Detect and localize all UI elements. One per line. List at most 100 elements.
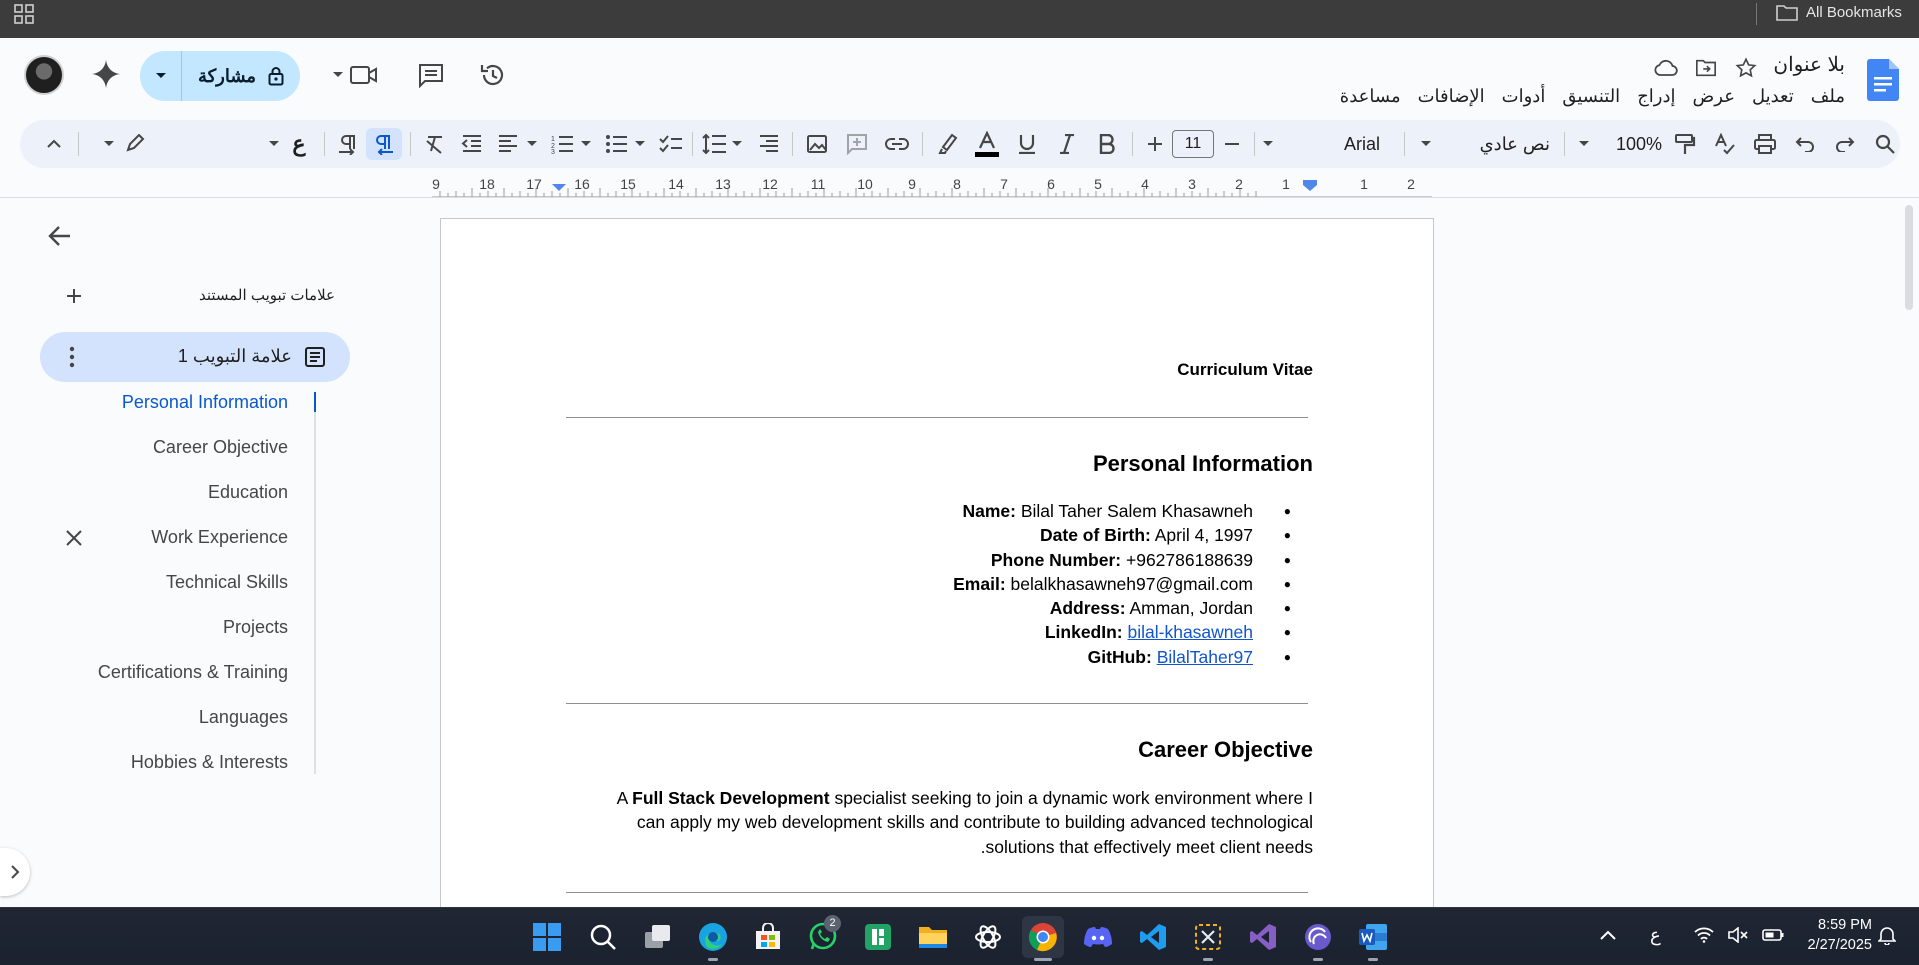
clock[interactable]: 8:59 PM 2/27/2025	[1790, 915, 1872, 955]
start-button[interactable]	[526, 916, 568, 958]
word-icon[interactable]	[1352, 916, 1394, 961]
bulleted-list-button[interactable]	[604, 128, 650, 160]
font-size-input[interactable]: 11	[1172, 130, 1214, 158]
ruler-right-indent-marker[interactable]	[1303, 180, 1317, 191]
apps-grid-icon[interactable]	[14, 4, 34, 24]
menu-tools[interactable]: أدوات	[1502, 86, 1546, 107]
zoom-select[interactable]: 100%	[1572, 128, 1662, 160]
outline-item-work-experience[interactable]: Work Experience	[151, 527, 288, 548]
menu-file[interactable]: ملف	[1811, 86, 1845, 107]
font-family-select[interactable]: Arial	[1262, 128, 1398, 160]
menu-view[interactable]: عرض	[1693, 86, 1735, 107]
app-icon-purple[interactable]	[1297, 916, 1339, 961]
italic-icon[interactable]	[1052, 128, 1082, 160]
github-link[interactable]: BilalTaher97	[1157, 647, 1253, 667]
ruler-indent-marker[interactable]	[552, 184, 566, 191]
horizontal-ruler[interactable]: 9 18 17 16 15 14 13 12 11 10 9 8 7 6 5 4…	[432, 176, 1432, 198]
decrease-font-size-icon[interactable]	[1218, 128, 1246, 160]
outline-item-personal-information[interactable]: Personal Information	[122, 392, 288, 413]
numbered-list-button[interactable]: 123	[550, 128, 596, 160]
outline-item-career-objective[interactable]: Career Objective	[153, 437, 288, 458]
share-button[interactable]: مشاركة	[140, 51, 300, 101]
remove-from-outline-icon[interactable]	[64, 528, 84, 548]
edge-icon[interactable]	[692, 916, 734, 961]
docs-logo-icon[interactable]	[1867, 59, 1899, 101]
editing-mode-button[interactable]	[104, 128, 148, 160]
text-color-icon[interactable]	[972, 128, 1002, 160]
share-dropdown-icon[interactable]	[140, 51, 182, 101]
chatgpt-icon[interactable]	[967, 916, 1009, 958]
ltr-direction-icon[interactable]	[333, 128, 363, 160]
gemini-sparkle-icon[interactable]	[90, 58, 122, 90]
discord-icon[interactable]	[1077, 916, 1119, 958]
highlight-color-icon[interactable]	[932, 128, 962, 160]
vertical-scrollbar[interactable]	[1905, 205, 1913, 310]
menu-edit[interactable]: تعديل	[1752, 86, 1794, 107]
outline-item-education[interactable]: Education	[208, 482, 288, 503]
microsoft-store-icon[interactable]	[747, 916, 789, 958]
add-comment-icon[interactable]	[842, 128, 872, 160]
back-arrow-icon[interactable]	[46, 222, 74, 250]
paint-format-icon[interactable]	[1670, 128, 1700, 160]
document-page[interactable]: Curriculum Vitae Personal Information Na…	[440, 218, 1434, 908]
snipping-tool-icon[interactable]	[1187, 916, 1229, 961]
input-language-button[interactable]: ع	[260, 128, 314, 160]
side-panel-toggle[interactable]	[0, 848, 30, 896]
whatsapp-icon[interactable]: 2	[802, 915, 844, 958]
insert-link-icon[interactable]	[882, 128, 912, 160]
chrome-icon[interactable]	[1022, 916, 1064, 961]
rtl-direction-icon[interactable]	[366, 128, 402, 160]
toolbar-divider	[1404, 132, 1405, 156]
task-view-icon[interactable]	[637, 916, 679, 958]
outline-item-hobbies[interactable]: Hobbies & Interests	[131, 752, 288, 773]
show-hidden-icons[interactable]	[1600, 917, 1616, 953]
comments-icon[interactable]	[415, 59, 447, 91]
search-icon[interactable]	[582, 916, 624, 958]
decrease-indent-icon[interactable]	[457, 128, 487, 160]
outline-item-projects[interactable]: Projects	[223, 617, 288, 638]
menu-extensions[interactable]: الإضافات	[1418, 86, 1485, 107]
clear-formatting-icon[interactable]	[420, 128, 450, 160]
menu-help[interactable]: مساعدة	[1340, 86, 1401, 107]
file-explorer-icon[interactable]	[912, 916, 954, 958]
cloud-status-icon[interactable]	[1653, 55, 1679, 81]
star-icon[interactable]	[1733, 55, 1759, 81]
align-right-icon[interactable]	[754, 128, 784, 160]
visual-studio-icon[interactable]	[1242, 916, 1284, 958]
checklist-icon[interactable]	[656, 128, 686, 160]
outline-item-languages[interactable]: Languages	[199, 707, 288, 728]
menu-insert[interactable]: إدراج	[1637, 86, 1675, 107]
input-language-indicator[interactable]: ع	[1650, 917, 1661, 953]
linkedin-link[interactable]: bilal-khasawneh	[1128, 622, 1254, 642]
print-icon[interactable]	[1750, 128, 1780, 160]
menu-format[interactable]: التنسيق	[1562, 86, 1620, 107]
tab-1[interactable]: علامة التبويب 1	[40, 332, 350, 382]
underline-icon[interactable]	[1012, 128, 1042, 160]
spellcheck-icon[interactable]	[1710, 128, 1740, 160]
notifications-bell-icon[interactable]	[1878, 917, 1896, 953]
line-spacing-button[interactable]	[702, 128, 746, 160]
more-options-icon[interactable]	[62, 345, 82, 369]
all-bookmarks-button[interactable]: All Bookmarks	[1776, 3, 1902, 21]
increase-font-size-icon[interactable]	[1141, 128, 1169, 160]
video-call-icon[interactable]	[348, 59, 380, 91]
search-menus-icon[interactable]	[1870, 128, 1900, 160]
font-family-value: Arial	[1343, 133, 1380, 154]
vscode-icon[interactable]	[1132, 916, 1174, 958]
version-history-icon[interactable]	[477, 59, 509, 91]
document-title[interactable]: بلا عنوان	[1773, 52, 1845, 77]
align-button[interactable]	[496, 128, 542, 160]
paragraph-style-select[interactable]: نص عادي	[1410, 128, 1560, 160]
outline-item-technical-skills[interactable]: Technical Skills	[166, 572, 288, 593]
redo-icon[interactable]	[1830, 128, 1860, 160]
collapse-toolbar-icon[interactable]	[42, 128, 66, 160]
app-icon-green[interactable]	[857, 916, 899, 958]
avatar[interactable]	[24, 55, 64, 95]
insert-image-icon[interactable]	[802, 128, 832, 160]
move-folder-icon[interactable]	[1693, 55, 1719, 81]
bold-icon[interactable]	[1092, 128, 1122, 160]
undo-icon[interactable]	[1790, 128, 1820, 160]
add-tab-icon[interactable]	[64, 286, 84, 306]
outline-item-certifications[interactable]: Certifications & Training	[98, 662, 288, 683]
system-tray[interactable]	[1694, 917, 1784, 953]
